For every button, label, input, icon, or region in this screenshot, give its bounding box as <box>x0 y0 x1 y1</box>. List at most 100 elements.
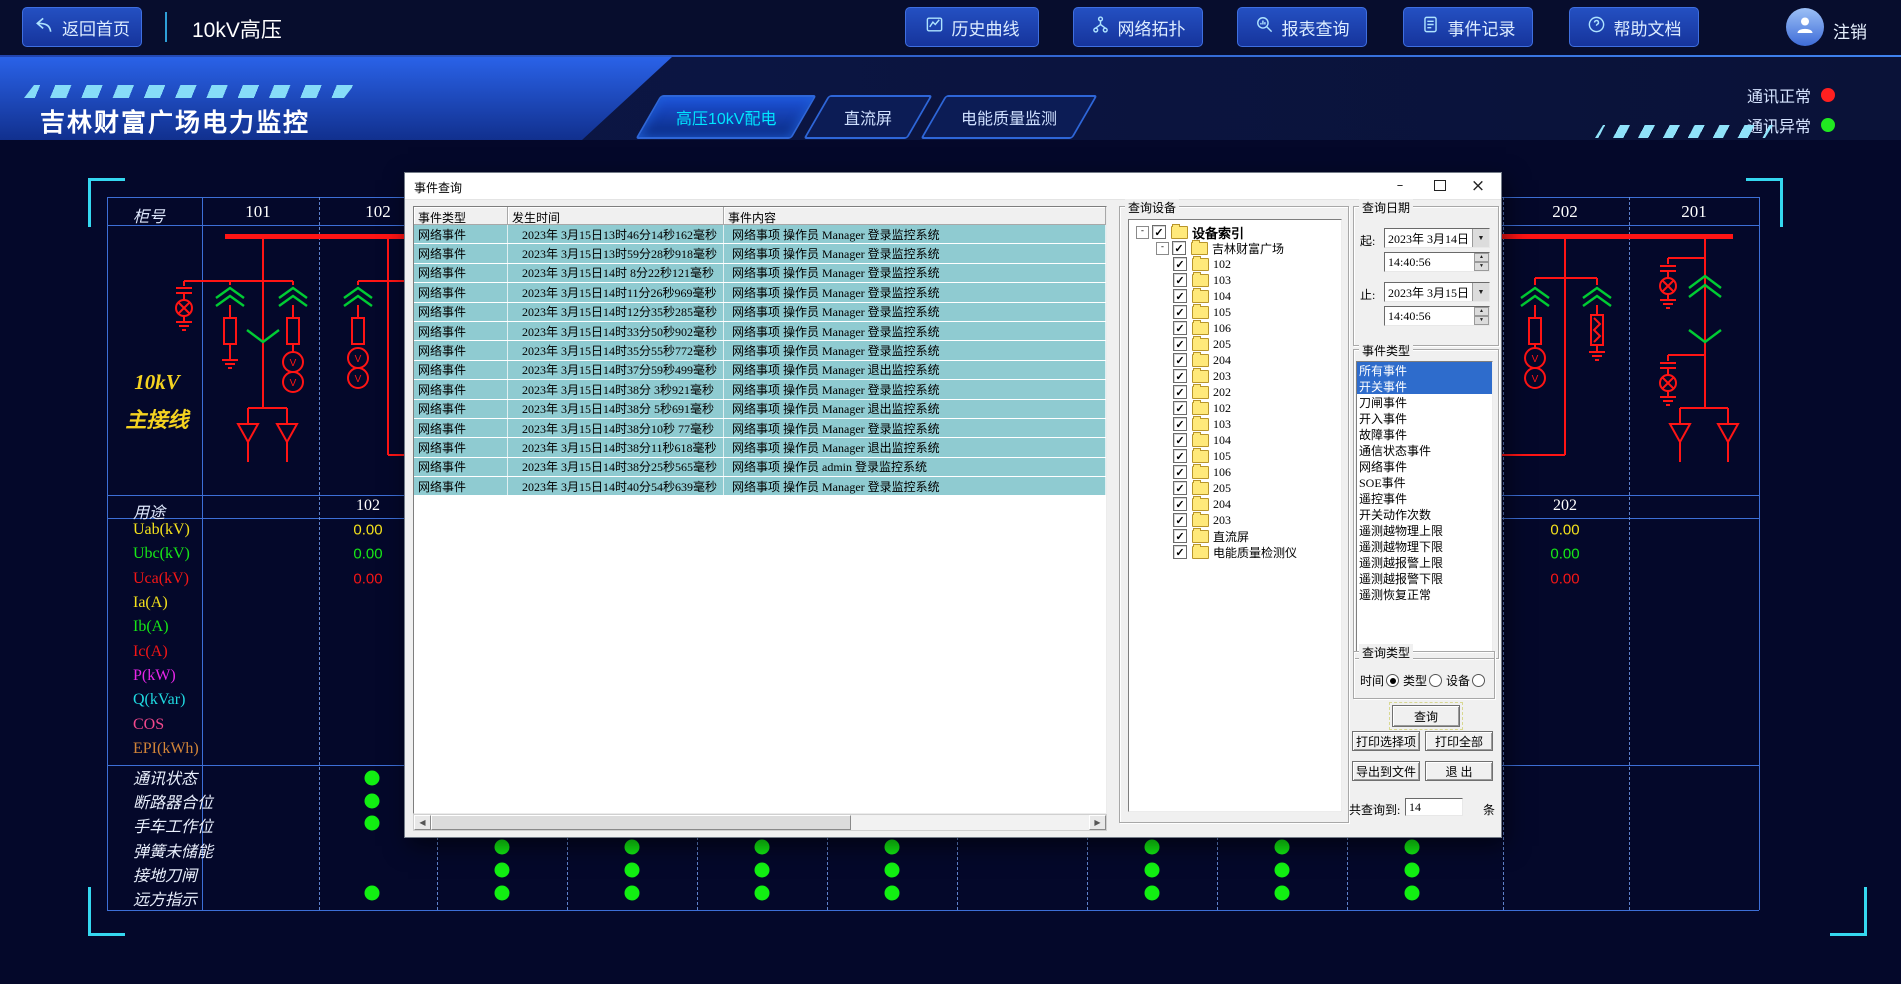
checkbox-checked-icon[interactable] <box>1173 353 1187 367</box>
event-table-row[interactable]: 网络事件 2023年 3月15日13时46分14秒162毫秒 网络事项 操作员 … <box>414 225 1106 244</box>
event-type-item[interactable]: 网络事件 <box>1357 458 1492 474</box>
event-type-item[interactable]: 通信状态事件 <box>1357 442 1492 458</box>
event-table-row[interactable]: 网络事件 2023年 3月15日14时38分 5秒691毫秒 网络事项 操作员 … <box>414 400 1106 419</box>
spin-down-icon[interactable]: ▼ <box>1474 262 1489 271</box>
logout-button[interactable]: 注销 <box>1833 18 1867 43</box>
print-all-button[interactable]: 打印全部 <box>1425 731 1493 751</box>
device-tree-item[interactable]: 205 <box>1129 336 1341 352</box>
radio-icon[interactable] <box>1429 674 1442 687</box>
event-table-row[interactable]: 网络事件 2023年 3月15日14时12分35秒285毫秒 网络事项 操作员 … <box>414 303 1106 322</box>
radio-option[interactable]: 设备 <box>1446 672 1485 689</box>
event-table-row[interactable]: 网络事件 2023年 3月15日14时11分26秒969毫秒 网络事项 操作员 … <box>414 283 1106 302</box>
device-tree-item[interactable]: 105 <box>1129 304 1341 320</box>
checkbox-checked-icon[interactable] <box>1173 529 1187 543</box>
device-tree-item[interactable]: 203 <box>1129 512 1341 528</box>
checkbox-checked-icon[interactable] <box>1173 369 1187 383</box>
checkbox-checked-icon[interactable] <box>1173 385 1187 399</box>
close-icon[interactable]: × <box>1461 173 1495 198</box>
event-type-item[interactable]: 遥测越报警上限 <box>1357 554 1492 570</box>
event-table-row[interactable]: 网络事件 2023年 3月15日14时38分10秒 77毫秒 网络事项 操作员 … <box>414 419 1106 438</box>
device-tree-item[interactable]: 102 <box>1129 400 1341 416</box>
scroll-left-arrow[interactable]: ◀ <box>414 815 431 830</box>
device-tree-item[interactable]: 202 <box>1129 384 1341 400</box>
checkbox-checked-icon[interactable] <box>1152 225 1166 239</box>
event-type-item[interactable]: 遥控事件 <box>1357 490 1492 506</box>
event-table-row[interactable]: 网络事件 2023年 3月15日14时37分59秒499毫秒 网络事项 操作员 … <box>414 361 1106 380</box>
checkbox-checked-icon[interactable] <box>1173 449 1187 463</box>
event-table-row[interactable]: 网络事件 2023年 3月15日14时35分55秒772毫秒 网络事项 操作员 … <box>414 341 1106 360</box>
spin-up-icon[interactable]: ▲ <box>1474 307 1489 316</box>
checkbox-checked-icon[interactable] <box>1173 305 1187 319</box>
event-type-item[interactable]: 遥测越物理上限 <box>1357 522 1492 538</box>
export-file-button[interactable]: 导出到文件 <box>1352 761 1420 781</box>
result-count-input[interactable]: 14 <box>1405 798 1463 816</box>
device-tree-item[interactable]: 204 <box>1129 352 1341 368</box>
event-type-item[interactable]: SOE事件 <box>1357 474 1492 490</box>
dialog-title-bar[interactable]: 事件查询 – × <box>405 173 1501 200</box>
checkbox-checked-icon[interactable] <box>1173 545 1187 559</box>
collapse-icon[interactable]: - <box>1156 242 1169 255</box>
nav-events-button[interactable]: 事件记录 <box>1403 7 1533 47</box>
device-tree-item[interactable]: 106 <box>1129 320 1341 336</box>
checkbox-checked-icon[interactable] <box>1173 481 1187 495</box>
event-table-row[interactable]: 网络事件 2023年 3月15日13时59分28秒918毫秒 网络事项 操作员 … <box>414 244 1106 263</box>
checkbox-checked-icon[interactable] <box>1173 337 1187 351</box>
spin-down-icon[interactable]: ▼ <box>1474 316 1489 325</box>
radio-icon[interactable] <box>1386 674 1399 687</box>
event-table-row[interactable]: 网络事件 2023年 3月15日14时 8分22秒121毫秒 网络事项 操作员 … <box>414 264 1106 283</box>
time-from-spinner[interactable]: 14:40:56 ▲ ▼ <box>1384 252 1490 272</box>
checkbox-checked-icon[interactable] <box>1173 433 1187 447</box>
radio-option[interactable]: 类型 <box>1403 672 1442 689</box>
checkbox-checked-icon[interactable] <box>1173 273 1187 287</box>
date-to-combo[interactable]: 2023年 3月15日 ▼ <box>1384 282 1490 302</box>
event-type-item[interactable]: 遥测越物理下限 <box>1357 538 1492 554</box>
query-button[interactable]: 查询 <box>1392 705 1460 727</box>
chevron-down-icon[interactable]: ▼ <box>1472 283 1489 301</box>
device-tree-item[interactable]: 103 <box>1129 416 1341 432</box>
checkbox-checked-icon[interactable] <box>1173 257 1187 271</box>
event-type-item[interactable]: 开入事件 <box>1357 410 1492 426</box>
column-header-event-time[interactable]: 发生时间 <box>508 207 724 225</box>
event-table-row[interactable]: 网络事件 2023年 3月15日14时38分 3秒921毫秒 网络事项 操作员 … <box>414 380 1106 399</box>
event-type-item[interactable]: 故障事件 <box>1357 426 1492 442</box>
user-avatar[interactable] <box>1786 8 1824 46</box>
device-tree-site[interactable]: - 吉林财富广场 <box>1129 240 1341 256</box>
event-table-row[interactable]: 网络事件 2023年 3月15日14时40分54秒639毫秒 网络事项 操作员 … <box>414 477 1106 496</box>
event-type-item[interactable]: 刀闸事件 <box>1357 394 1492 410</box>
checkbox-checked-icon[interactable] <box>1173 417 1187 431</box>
exit-button[interactable]: 退 出 <box>1425 761 1493 781</box>
device-tree-item[interactable]: 106 <box>1129 464 1341 480</box>
radio-option[interactable]: 时间 <box>1360 672 1399 689</box>
print-selected-button[interactable]: 打印选择项 <box>1352 731 1420 751</box>
event-type-item[interactable]: 开关事件 <box>1357 378 1492 394</box>
time-to-spinner[interactable]: 14:40:56 ▲ ▼ <box>1384 306 1490 326</box>
event-type-item[interactable]: 开关动作次数 <box>1357 506 1492 522</box>
column-header-event-content[interactable]: 事件内容 <box>724 207 1106 225</box>
device-tree-item[interactable]: 102 <box>1129 256 1341 272</box>
checkbox-checked-icon[interactable] <box>1173 513 1187 527</box>
tab-hv-10kv[interactable]: 高压10kV配电 <box>635 95 817 139</box>
scroll-right-arrow[interactable]: ▶ <box>1089 815 1106 830</box>
event-table-row[interactable]: 网络事件 2023年 3月15日14时38分11秒618毫秒 网络事项 操作员 … <box>414 438 1106 457</box>
column-header-event-type[interactable]: 事件类型 <box>414 207 508 225</box>
nav-history-curve-button[interactable]: 历史曲线 <box>905 7 1039 47</box>
nav-report-button[interactable]: 报表查询 <box>1237 7 1367 47</box>
device-tree-item[interactable]: 105 <box>1129 448 1341 464</box>
device-tree-item[interactable]: 205 <box>1129 480 1341 496</box>
date-from-combo[interactable]: 2023年 3月14日 ▼ <box>1384 228 1490 248</box>
checkbox-checked-icon[interactable] <box>1172 241 1186 255</box>
device-tree-item[interactable]: 104 <box>1129 432 1341 448</box>
scrollbar-track[interactable] <box>431 815 1089 830</box>
collapse-icon[interactable]: - <box>1136 226 1149 239</box>
event-type-item[interactable]: 遥测恢复正常 <box>1357 586 1492 602</box>
tab-power-quality[interactable]: 电能质量监测 <box>920 95 1097 139</box>
device-tree-item[interactable]: 电能质量检测仪 <box>1129 544 1341 560</box>
maximize-icon[interactable] <box>1423 173 1457 198</box>
minimize-icon[interactable]: – <box>1383 173 1417 198</box>
device-tree-item[interactable]: 104 <box>1129 288 1341 304</box>
checkbox-checked-icon[interactable] <box>1173 321 1187 335</box>
checkbox-checked-icon[interactable] <box>1173 497 1187 511</box>
chevron-down-icon[interactable]: ▼ <box>1472 229 1489 247</box>
device-tree-item[interactable]: 103 <box>1129 272 1341 288</box>
nav-help-button[interactable]: 帮助文档 <box>1569 7 1699 47</box>
